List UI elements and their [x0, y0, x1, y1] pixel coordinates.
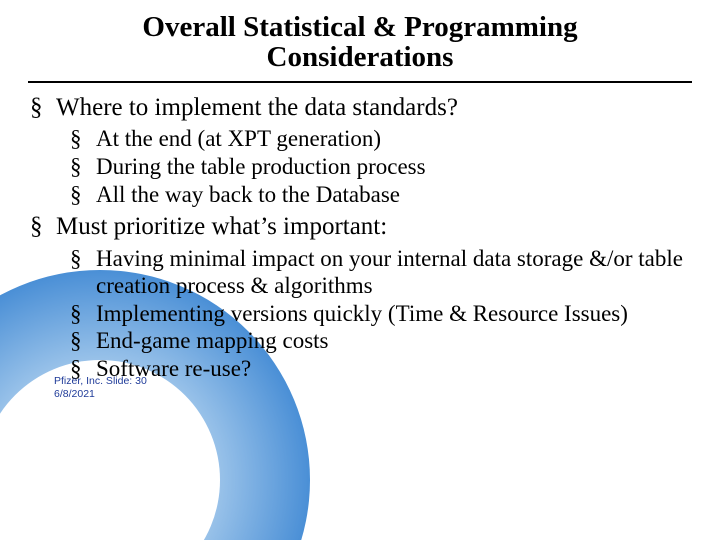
slide-footer: Pfizer, Inc. Slide: 30 6/8/2021	[54, 375, 718, 401]
sub-bullet: Having minimal impact on your internal d…	[70, 245, 692, 300]
footer-org-slide: Pfizer, Inc. Slide: 30	[54, 375, 718, 388]
sub-bullet: All the way back to the Database	[70, 181, 692, 209]
footer-date: 6/8/2021	[54, 388, 718, 401]
slide-title: Overall Statistical & Programming Consid…	[28, 12, 692, 79]
bullet-1-sublist: At the end (at XPT generation) During th…	[56, 125, 692, 208]
bullet-2: Must prioritize what’s important: Having…	[30, 212, 692, 382]
title-underline	[28, 81, 692, 83]
bullet-2-sublist: Having minimal impact on your internal d…	[56, 245, 692, 383]
bullet-1-text: Where to implement the data standards?	[56, 94, 458, 121]
sub-bullet: At the end (at XPT generation)	[70, 125, 692, 153]
bullet-2-text: Must prioritize what’s important:	[56, 213, 387, 240]
sub-bullet: End-game mapping costs	[70, 327, 692, 355]
sub-bullet: During the table production process	[70, 153, 692, 181]
title-line-2: Considerations	[267, 41, 454, 73]
content-area: Where to implement the data standards? A…	[28, 93, 692, 383]
sub-bullet: Implementing versions quickly (Time & Re…	[70, 300, 692, 328]
bullet-1: Where to implement the data standards? A…	[30, 93, 692, 208]
title-line-1: Overall Statistical & Programming	[142, 11, 577, 43]
bullet-list: Where to implement the data standards? A…	[30, 93, 692, 383]
slide: Overall Statistical & Programming Consid…	[0, 0, 720, 540]
